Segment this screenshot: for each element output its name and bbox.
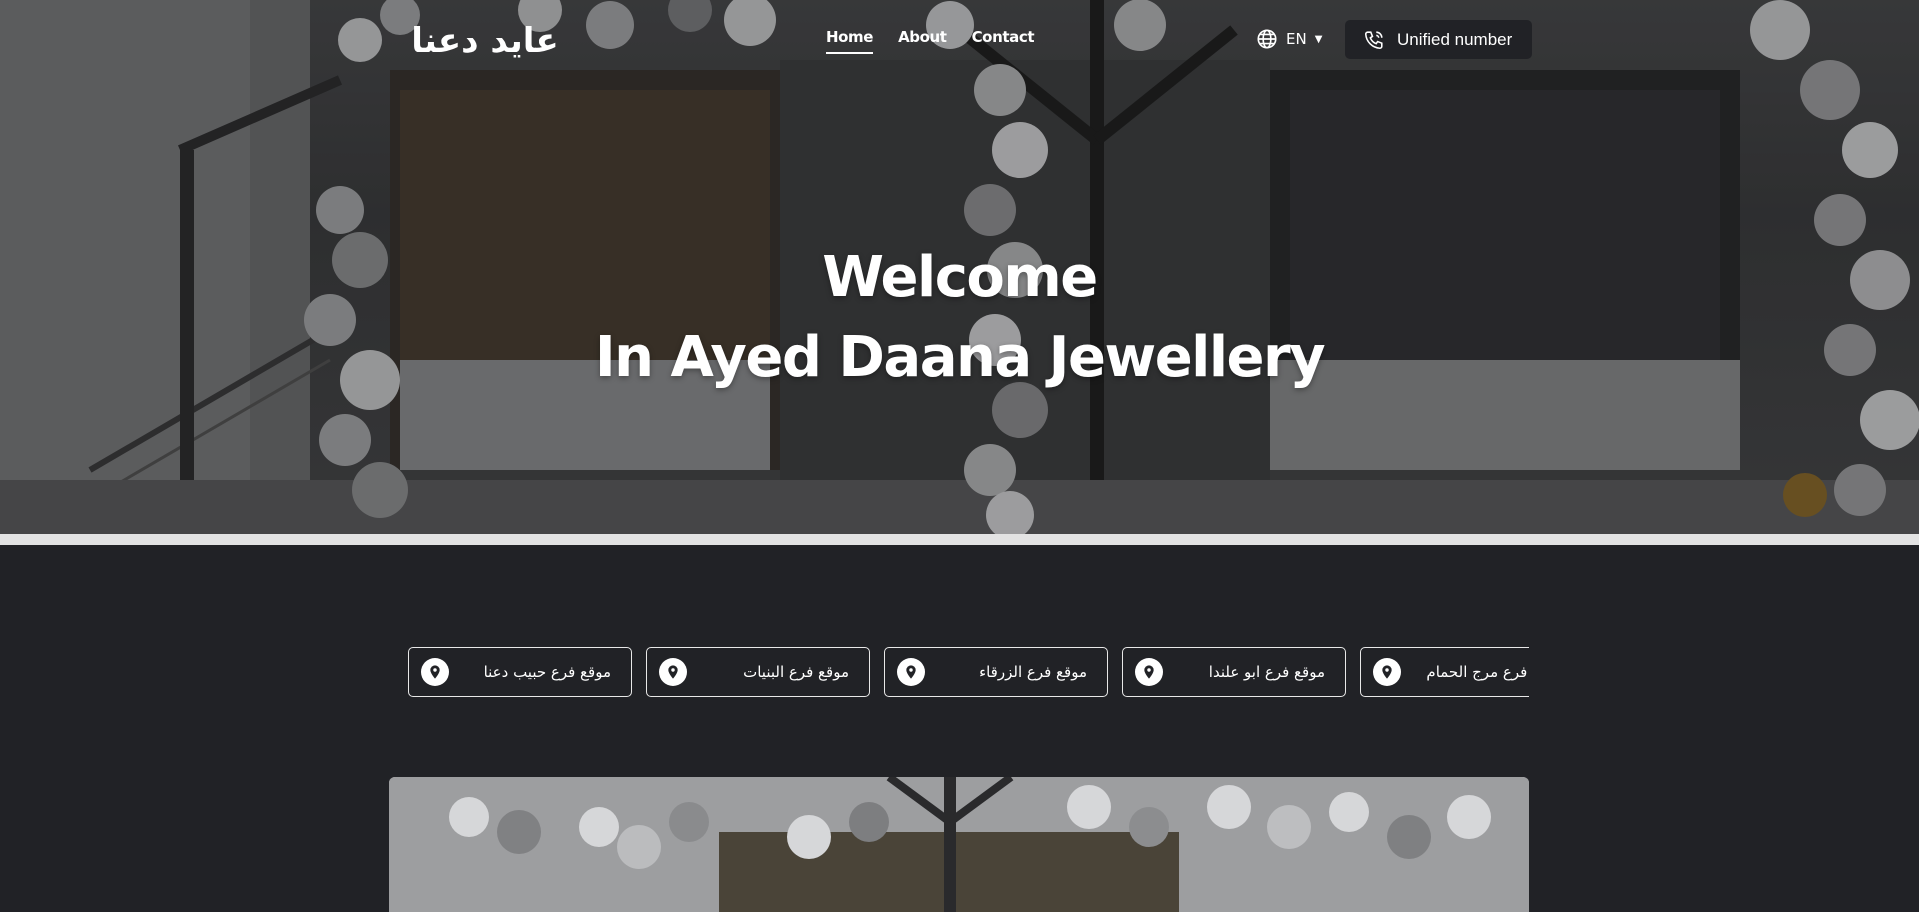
language-selector[interactable]: EN ▼ (1256, 28, 1322, 50)
branch-location-button[interactable]: موقع فرع البنيات (646, 647, 870, 697)
brand-logo[interactable]: عايد دعنا (385, 16, 585, 64)
location-pin-icon (421, 658, 449, 686)
globe-icon (1257, 29, 1277, 49)
page: عايد دعنا Home About Contact EN ▼ Unifie… (0, 0, 1919, 912)
branch-label: موقع فرع حبيب دعنا (483, 663, 611, 681)
branch-label: موقع فرع الزرقاء (979, 663, 1087, 681)
location-pin-icon (897, 658, 925, 686)
hero-divider (0, 534, 1919, 545)
hero-title-line1: Welcome (822, 245, 1098, 310)
unified-number-label: Unified number (1397, 29, 1513, 49)
branch-location-button[interactable]: موقع فرع حبيب دعنا (408, 647, 632, 697)
hero-title-line2: In Ayed Daana Jewellery (594, 325, 1326, 390)
store-photo (389, 777, 1529, 912)
branch-location-button[interactable]: موقع فرع مرج الحمام (1360, 647, 1529, 697)
nav-contact[interactable]: Contact (972, 28, 1035, 54)
svg-text:عايد دعنا: عايد دعنا (411, 21, 559, 61)
hero-banner: عايد دعنا Home About Contact EN ▼ Unifie… (0, 0, 1919, 534)
language-label: EN (1286, 30, 1307, 48)
branch-locations: موقع فرع حبيب دعنا موقع فرع البنيات موقع… (408, 647, 1529, 697)
main-nav: Home About Contact (826, 28, 1035, 54)
nav-about[interactable]: About (898, 28, 947, 54)
branch-label: موقع فرع البنيات (743, 663, 849, 681)
branch-label: موقع فرع ابو علندا (1208, 663, 1325, 681)
location-pin-icon (1135, 658, 1163, 686)
branch-track: موقع فرع حبيب دعنا موقع فرع البنيات موقع… (408, 647, 1529, 697)
branch-label: موقع فرع مرج الحمام (1426, 663, 1529, 681)
caret-down-icon: ▼ (1314, 33, 1323, 45)
unified-number-button[interactable]: Unified number (1345, 20, 1532, 59)
nav-home[interactable]: Home (826, 28, 873, 54)
branch-location-button[interactable]: موقع فرع الزرقاء (884, 647, 1108, 697)
location-pin-icon (659, 658, 687, 686)
branch-location-button[interactable]: موقع فرع ابو علندا (1122, 647, 1346, 697)
phone-icon (1364, 30, 1383, 49)
location-pin-icon (1373, 658, 1401, 686)
